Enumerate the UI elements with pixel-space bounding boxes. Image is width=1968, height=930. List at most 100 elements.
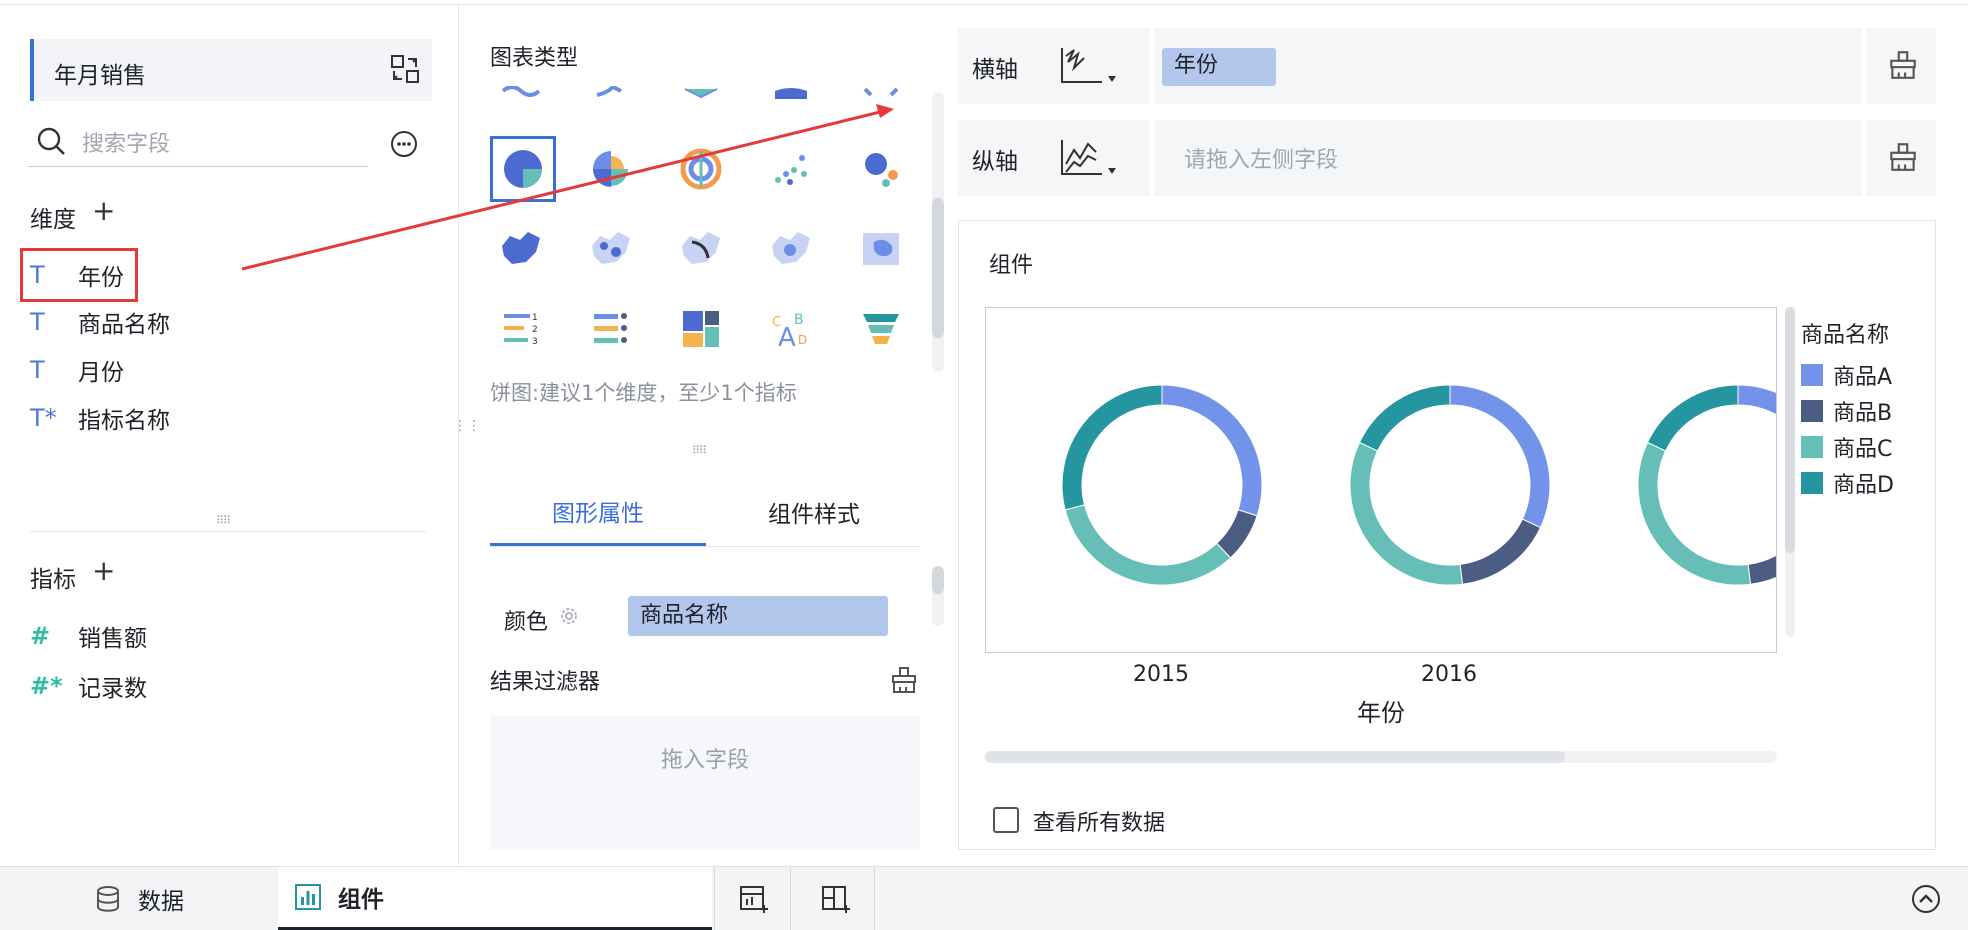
- legend-title: 商品名称: [1801, 323, 1890, 348]
- point-map-icon[interactable]: [578, 216, 644, 282]
- legend-item[interactable]: 商品B: [1801, 393, 1894, 429]
- flow-map-icon[interactable]: [668, 216, 734, 282]
- progress-list-icon[interactable]: [578, 296, 644, 362]
- svg-text:1: 1: [532, 313, 538, 323]
- chart-scroll-thumb[interactable]: [985, 751, 1565, 763]
- x-axis-row: 横轴 年份: [958, 28, 1936, 104]
- add-dimension-button[interactable]: +: [92, 194, 115, 227]
- dataset-header[interactable]: 年月销售: [30, 39, 432, 101]
- number-calc-field-icon: #*: [30, 672, 63, 700]
- radar-chart-icon[interactable]: [668, 86, 734, 112]
- legend-scroll-thumb[interactable]: [1785, 307, 1795, 553]
- tab-graph-properties[interactable]: 图形属性: [490, 478, 706, 546]
- y-axis-drop-placeholder[interactable]: 请拖入左侧字段: [1184, 142, 1338, 174]
- collapse-up-icon[interactable]: [1910, 883, 1942, 915]
- add-component-icon[interactable]: [738, 883, 770, 915]
- custom-map-icon[interactable]: [848, 216, 914, 282]
- filter-drop-zone[interactable]: 拖入字段: [490, 716, 920, 850]
- x-axis-field-chip[interactable]: 年份: [1162, 48, 1276, 86]
- legend-label: 商品D: [1833, 473, 1894, 498]
- clear-brush-icon[interactable]: [1886, 48, 1920, 82]
- x-tick-label: 2015: [1133, 662, 1189, 687]
- measure-field-sales[interactable]: # 销售额: [30, 616, 147, 656]
- tab-component-style[interactable]: 组件样式: [706, 478, 922, 546]
- funnel-chart-icon[interactable]: [848, 296, 914, 362]
- gauge-chart-icon[interactable]: [848, 86, 914, 112]
- resize-handle-icon[interactable]: ⠿⠿: [216, 514, 231, 527]
- legend-item[interactable]: 商品D: [1801, 465, 1894, 501]
- donut-charts: [1061, 384, 1777, 586]
- component-title: 组件: [989, 253, 1034, 278]
- rose-pie-chart-icon[interactable]: [578, 136, 644, 202]
- dimension-field-product[interactable]: T 商品名称: [30, 302, 170, 342]
- chart-type-hint: 饼图:建议1个维度，至少1个指标: [490, 381, 797, 405]
- donut-slice-2015-商品C[interactable]: [1064, 504, 1232, 586]
- region-map-icon[interactable]: [488, 216, 554, 282]
- y-axis-type-icon[interactable]: [1054, 134, 1126, 182]
- legend-label: 商品C: [1833, 437, 1893, 462]
- donut-slice-next-商品C[interactable]: [1637, 441, 1752, 586]
- treemap-icon[interactable]: [668, 296, 734, 362]
- x-axis-label: 横轴: [972, 57, 1018, 83]
- curve-chart-icon[interactable]: [578, 86, 644, 112]
- view-all-data-checkbox[interactable]: [993, 807, 1019, 833]
- svg-text:D: D: [798, 333, 807, 347]
- color-field-chip[interactable]: 商品名称: [628, 596, 888, 636]
- chart-type-scroll-thumb[interactable]: [932, 198, 944, 338]
- donut-slice-2016-商品B[interactable]: [1459, 518, 1542, 585]
- donut-slice-next-商品B[interactable]: [1747, 519, 1777, 585]
- tab-divider: [490, 546, 920, 547]
- resize-handle-icon[interactable]: ⠿⠿: [692, 444, 707, 457]
- measure-field-record-count[interactable]: #* 记录数: [30, 666, 147, 706]
- pie-chart-type-button[interactable]: [490, 136, 556, 202]
- legend-item[interactable]: 商品A: [1801, 357, 1894, 393]
- tab-data[interactable]: 数据: [94, 867, 254, 930]
- text-field-icon: T: [30, 308, 45, 336]
- clear-brush-icon[interactable]: [888, 664, 920, 696]
- donut-slice-2015-商品A[interactable]: [1161, 384, 1263, 517]
- word-cloud-icon[interactable]: C A B D: [758, 296, 824, 362]
- svg-text:3: 3: [532, 337, 538, 347]
- measures-title: 指标: [30, 567, 76, 593]
- area-chart-icon[interactable]: [758, 86, 824, 112]
- donut-slice-next-商品A[interactable]: [1737, 384, 1777, 528]
- x-tick-label: 2016: [1421, 662, 1477, 687]
- search-field-input[interactable]: [80, 122, 370, 166]
- dimensions-title: 维度: [30, 207, 76, 233]
- donut-slice-next-商品D[interactable]: [1646, 384, 1739, 452]
- vertical-resize-handle-icon[interactable]: ⋮⋮: [453, 418, 481, 434]
- search-underline: [28, 166, 368, 167]
- legend-swatch: [1801, 436, 1823, 458]
- color-field-clip: 商品名称: [490, 580, 930, 636]
- donut-slice-2016-商品D[interactable]: [1358, 384, 1451, 452]
- dimension-field-month[interactable]: T 月份: [30, 350, 124, 390]
- multi-level-pie-icon[interactable]: [668, 136, 734, 202]
- dimension-field-metric-name[interactable]: T* 指标名称: [30, 398, 170, 438]
- chart-labels: 2015 2016 年份: [1133, 662, 1477, 727]
- switch-dataset-icon[interactable]: [389, 53, 421, 85]
- more-options-icon[interactable]: [390, 130, 418, 158]
- bubble-chart-icon[interactable]: [848, 136, 914, 202]
- x-axis-type-icon[interactable]: [1054, 42, 1126, 90]
- text-field-icon: T: [30, 356, 45, 384]
- chart-type-grid: 1 2 3 C A B D: [488, 86, 928, 376]
- clear-brush-icon[interactable]: [1886, 140, 1920, 174]
- text-calc-field-icon: T*: [30, 404, 57, 432]
- donut-slice-2016-商品A[interactable]: [1449, 384, 1551, 529]
- donut-slice-2016-商品C[interactable]: [1349, 441, 1464, 586]
- line-chart-icon[interactable]: [488, 86, 554, 112]
- legend-item[interactable]: 商品C: [1801, 429, 1894, 465]
- tab-component[interactable]: 组件: [278, 867, 712, 930]
- properties-scroll-thumb[interactable]: [932, 566, 944, 594]
- legend-label: 商品B: [1833, 401, 1893, 426]
- legend: 商品名称 商品A 商品B 商品C 商品D: [1801, 317, 1894, 501]
- highlight-box: [20, 248, 138, 302]
- donut-slice-2015-商品D[interactable]: [1061, 384, 1163, 511]
- ranking-table-icon[interactable]: 1 2 3: [488, 296, 554, 362]
- bottom-separator: [790, 867, 791, 930]
- add-measure-button[interactable]: +: [92, 554, 115, 587]
- axis-separator: [1862, 120, 1866, 196]
- add-dashboard-icon[interactable]: [820, 883, 852, 915]
- heat-map-icon[interactable]: [758, 216, 824, 282]
- scatter-chart-icon[interactable]: [758, 136, 824, 202]
